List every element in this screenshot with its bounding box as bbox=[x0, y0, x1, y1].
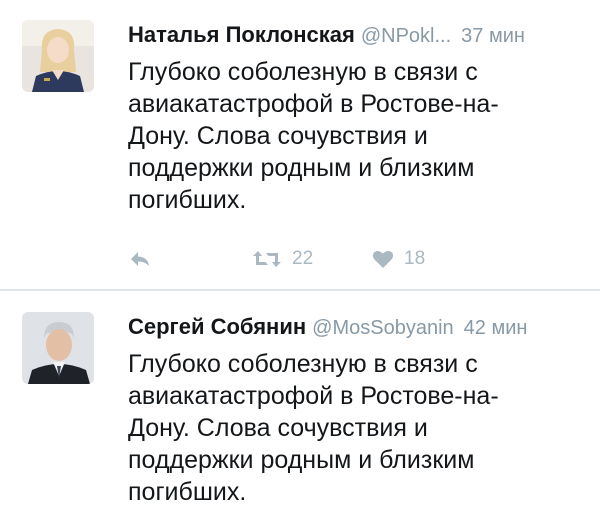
retweet-count: 22 bbox=[292, 248, 314, 269]
tweet-header: Наталья Поклонская @NPokl... 37 мин bbox=[128, 22, 590, 48]
timestamp[interactable]: 42 мин bbox=[464, 317, 528, 339]
reply-button[interactable] bbox=[128, 244, 152, 274]
tweet-text: Глубоко соболезную в связи с авиакатастр… bbox=[128, 350, 499, 506]
divider bbox=[0, 289, 600, 291]
reply-icon bbox=[128, 249, 152, 269]
author-name[interactable]: Наталья Поклонская bbox=[128, 22, 355, 47]
author-handle[interactable]: @MosSobyanin bbox=[312, 317, 453, 339]
author-handle[interactable]: @NPokl... bbox=[361, 25, 451, 47]
like-button[interactable]: 18 bbox=[372, 244, 425, 274]
heart-icon bbox=[372, 249, 394, 269]
avatar[interactable] bbox=[22, 312, 94, 384]
tweet-text: Глубоко соболезную в связи с авиакатастр… bbox=[128, 58, 499, 214]
tweet-header: Сергей Собянин @MosSobyanin 42 мин bbox=[128, 314, 590, 340]
tweet[interactable]: Сергей Собянин @MosSobyanin 42 мин Глубоко… bbox=[0, 292, 600, 526]
avatar[interactable] bbox=[22, 20, 94, 92]
author-name[interactable]: Сергей Собянин bbox=[128, 314, 306, 339]
tweet[interactable]: Наталья Поклонская @NPokl... 37 мин Глубок… bbox=[0, 0, 600, 290]
like-count: 18 bbox=[404, 248, 426, 269]
retweet-icon bbox=[252, 249, 282, 269]
retweet-button[interactable]: 22 bbox=[252, 244, 313, 274]
timestamp[interactable]: 37 мин bbox=[461, 25, 525, 47]
tweet-actions: 22 18 bbox=[128, 244, 488, 274]
